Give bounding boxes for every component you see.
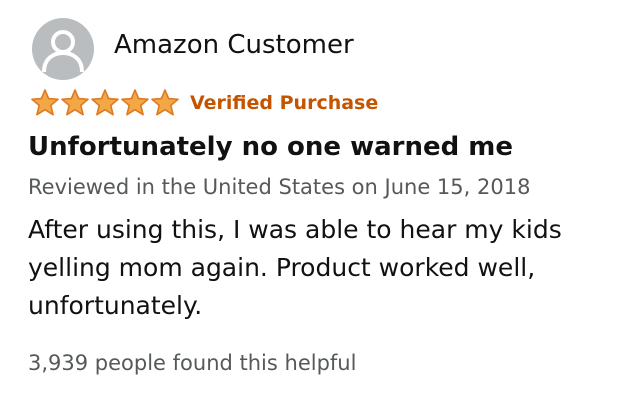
helpful-count: 3,939 people found this helpful — [28, 351, 357, 375]
star-icon — [121, 89, 149, 116]
star-icon — [31, 89, 59, 116]
user-silhouette-icon — [42, 30, 84, 73]
review-date: Reviewed in the United States on June 15… — [28, 175, 531, 199]
review-body-line: unfortunately. — [28, 291, 203, 320]
review-body: After using this, I was able to hear my … — [28, 211, 628, 325]
reviewer-name[interactable]: Amazon Customer — [114, 30, 354, 60]
review-title[interactable]: Unfortunately no one warned me — [28, 132, 513, 162]
star-icon — [151, 89, 179, 116]
star-icon — [61, 89, 89, 116]
star-rating[interactable] — [30, 88, 180, 118]
review-body-line: yelling mom again. Product worked well, — [28, 253, 536, 282]
verified-purchase-badge[interactable]: Verified Purchase — [190, 92, 378, 114]
rating-row: Verified Purchase — [30, 88, 378, 118]
review-body-line: After using this, I was able to hear my … — [28, 215, 562, 244]
star-icon — [91, 89, 119, 116]
avatar — [32, 18, 94, 80]
